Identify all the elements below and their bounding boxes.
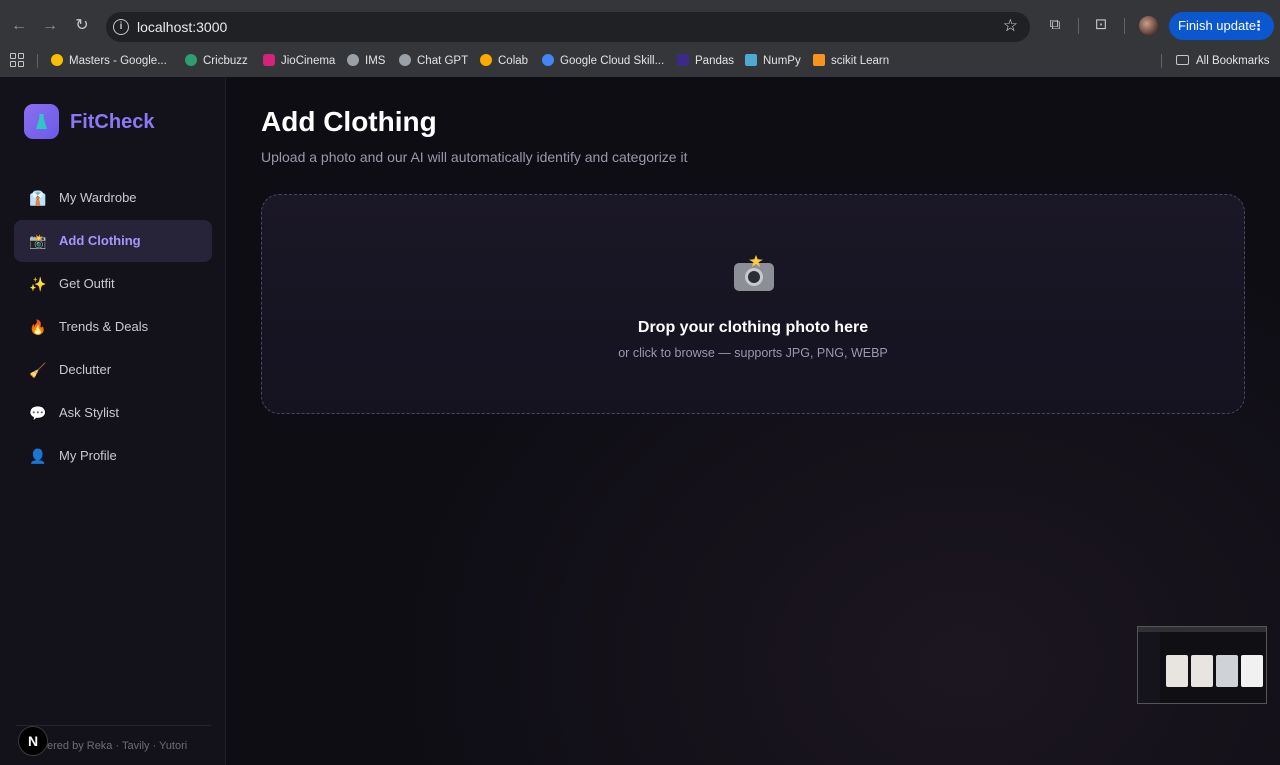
profile-avatar[interactable] <box>1139 16 1158 35</box>
powered-by-text: ered by Reka · Tavily · Yutori <box>47 740 188 752</box>
tab-search-icon[interactable]: ⊡ <box>1091 15 1111 35</box>
bookmark-favicon <box>542 54 554 66</box>
browser-chrome: ← → ↻ i localhost:3000 ☆ ⧉ ⊡ Finish upda… <box>0 0 1280 77</box>
logo <box>24 104 59 139</box>
bookmark-label: Cricbuzz <box>203 55 248 67</box>
bookmark-item[interactable]: Google Cloud Skill... <box>542 52 664 70</box>
finish-update-label: Finish update <box>1178 18 1257 33</box>
sidebar-item-label: My Wardrobe <box>59 190 137 205</box>
sidebar-nav: 👔 My Wardrobe 📸 Add Clothing ✨ Get Outfi… <box>14 177 212 478</box>
screenshot-preview-thumbnail[interactable] <box>1137 626 1267 704</box>
bookmark-favicon <box>677 54 689 66</box>
toolbar-divider <box>1124 18 1125 34</box>
back-icon[interactable]: ← <box>7 14 31 38</box>
sidebar-item-ask-stylist[interactable]: 💬 Ask Stylist <box>14 392 212 434</box>
all-bookmarks-button[interactable]: All Bookmarks <box>1176 52 1270 70</box>
speech-bubble-icon: 💬 <box>29 405 47 421</box>
bookmark-label: Colab <box>498 55 529 67</box>
dropzone-title: Drop your clothing photo here <box>637 319 869 336</box>
upload-dropzone[interactable]: Drop your clothing photo here or click t… <box>261 194 1245 414</box>
sidebar: FitCheck 👔 My Wardrobe 📸 Add Clothing ✨ … <box>0 77 226 765</box>
camera-flash-icon <box>732 255 776 293</box>
more-menu-icon[interactable]: ⋮ <box>1252 12 1265 40</box>
sidebar-item-my-profile[interactable]: 👤 My Profile <box>14 435 212 477</box>
bookmark-star-icon[interactable]: ☆ <box>1003 16 1018 36</box>
sidebar-item-label: Ask Stylist <box>59 405 119 420</box>
dropzone-subtitle: or click to browse — supports JPG, PNG, … <box>618 346 888 360</box>
brand-name: FitCheck <box>70 111 155 133</box>
sidebar-item-get-outfit[interactable]: ✨ Get Outfit <box>14 263 212 305</box>
bookmark-item[interactable]: IMS <box>347 52 385 70</box>
sparkles-icon: ✨ <box>29 276 47 292</box>
dress-icon <box>36 114 47 129</box>
bookmarks-bar: Masters - Google... Cricbuzz JioCinema I… <box>0 50 1280 72</box>
bookmark-item[interactable]: Pandas <box>677 52 734 70</box>
bookmark-label: JioCinema <box>281 55 336 67</box>
toolbar-divider <box>1078 18 1079 34</box>
nextjs-dev-badge[interactable]: N <box>18 726 48 756</box>
sidebar-footer-divider <box>16 725 211 726</box>
bookmark-item[interactable]: Cricbuzz <box>185 52 248 70</box>
user-icon: 👤 <box>29 448 47 464</box>
sidebar-item-my-wardrobe[interactable]: 👔 My Wardrobe <box>14 177 212 219</box>
reload-icon[interactable]: ↻ <box>70 14 94 38</box>
sidebar-item-label: Declutter <box>59 362 112 377</box>
forward-icon[interactable]: → <box>38 14 62 38</box>
page-title: Add Clothing <box>261 106 437 137</box>
bookmark-item[interactable]: NumPy <box>745 52 801 70</box>
bookmark-label: Chat GPT <box>417 55 469 67</box>
bookmark-label: Masters - Google... <box>69 55 167 67</box>
all-bookmarks-label: All Bookmarks <box>1196 55 1270 67</box>
browser-toolbar: ← → ↻ i localhost:3000 ☆ ⧉ ⊡ Finish upda… <box>0 6 1280 46</box>
camera-flash-icon: 📸 <box>29 233 47 249</box>
bookmark-item[interactable]: JioCinema <box>263 52 335 70</box>
bookmark-item[interactable]: Chat GPT <box>399 52 468 70</box>
sidebar-item-add-clothing[interactable]: 📸 Add Clothing <box>14 220 212 262</box>
bookmark-favicon <box>51 54 63 66</box>
bookmark-favicon <box>745 54 757 66</box>
finish-update-button[interactable]: Finish update ⋮ <box>1169 12 1274 40</box>
sidebar-item-label: My Profile <box>59 448 117 463</box>
address-bar[interactable]: i localhost:3000 ☆ <box>106 12 1030 42</box>
sidebar-item-trends-deals[interactable]: 🔥 Trends & Deals <box>14 306 212 348</box>
bookmark-favicon <box>263 54 275 66</box>
shirt-icon: 👔 <box>29 190 47 206</box>
fire-icon: 🔥 <box>29 319 47 335</box>
bookmark-favicon <box>480 54 492 66</box>
sidebar-item-declutter[interactable]: 🧹 Declutter <box>14 349 212 391</box>
main-content: Add Clothing Upload a photo and our AI w… <box>227 77 1280 765</box>
bookmark-item[interactable]: Masters - Google... <box>51 52 167 70</box>
bookmark-label: Google Cloud Skill... <box>560 55 665 67</box>
bookmark-favicon <box>347 54 359 66</box>
broom-icon: 🧹 <box>29 362 47 378</box>
bookmark-favicon <box>185 54 197 66</box>
bookmark-item[interactable]: scikit Learn <box>813 52 889 70</box>
sidebar-item-label: Get Outfit <box>59 276 115 291</box>
url-text[interactable]: localhost:3000 <box>137 19 227 35</box>
extensions-icon[interactable]: ⧉ <box>1045 15 1065 35</box>
bookmark-label: Pandas <box>695 55 735 67</box>
sidebar-item-label: Add Clothing <box>59 233 141 248</box>
bookmark-label: scikit Learn <box>831 55 890 67</box>
bookmarks-divider <box>1161 54 1162 68</box>
folder-icon <box>1176 55 1189 65</box>
bookmark-item[interactable]: Colab <box>480 52 528 70</box>
bookmark-label: NumPy <box>763 55 801 67</box>
bookmark-label: IMS <box>365 55 386 67</box>
sidebar-item-label: Trends & Deals <box>59 319 149 334</box>
page-subtitle: Upload a photo and our AI will automatic… <box>261 149 688 165</box>
bookmark-favicon <box>399 54 411 66</box>
site-info-icon[interactable]: i <box>113 19 129 35</box>
bookmark-favicon <box>813 54 825 66</box>
